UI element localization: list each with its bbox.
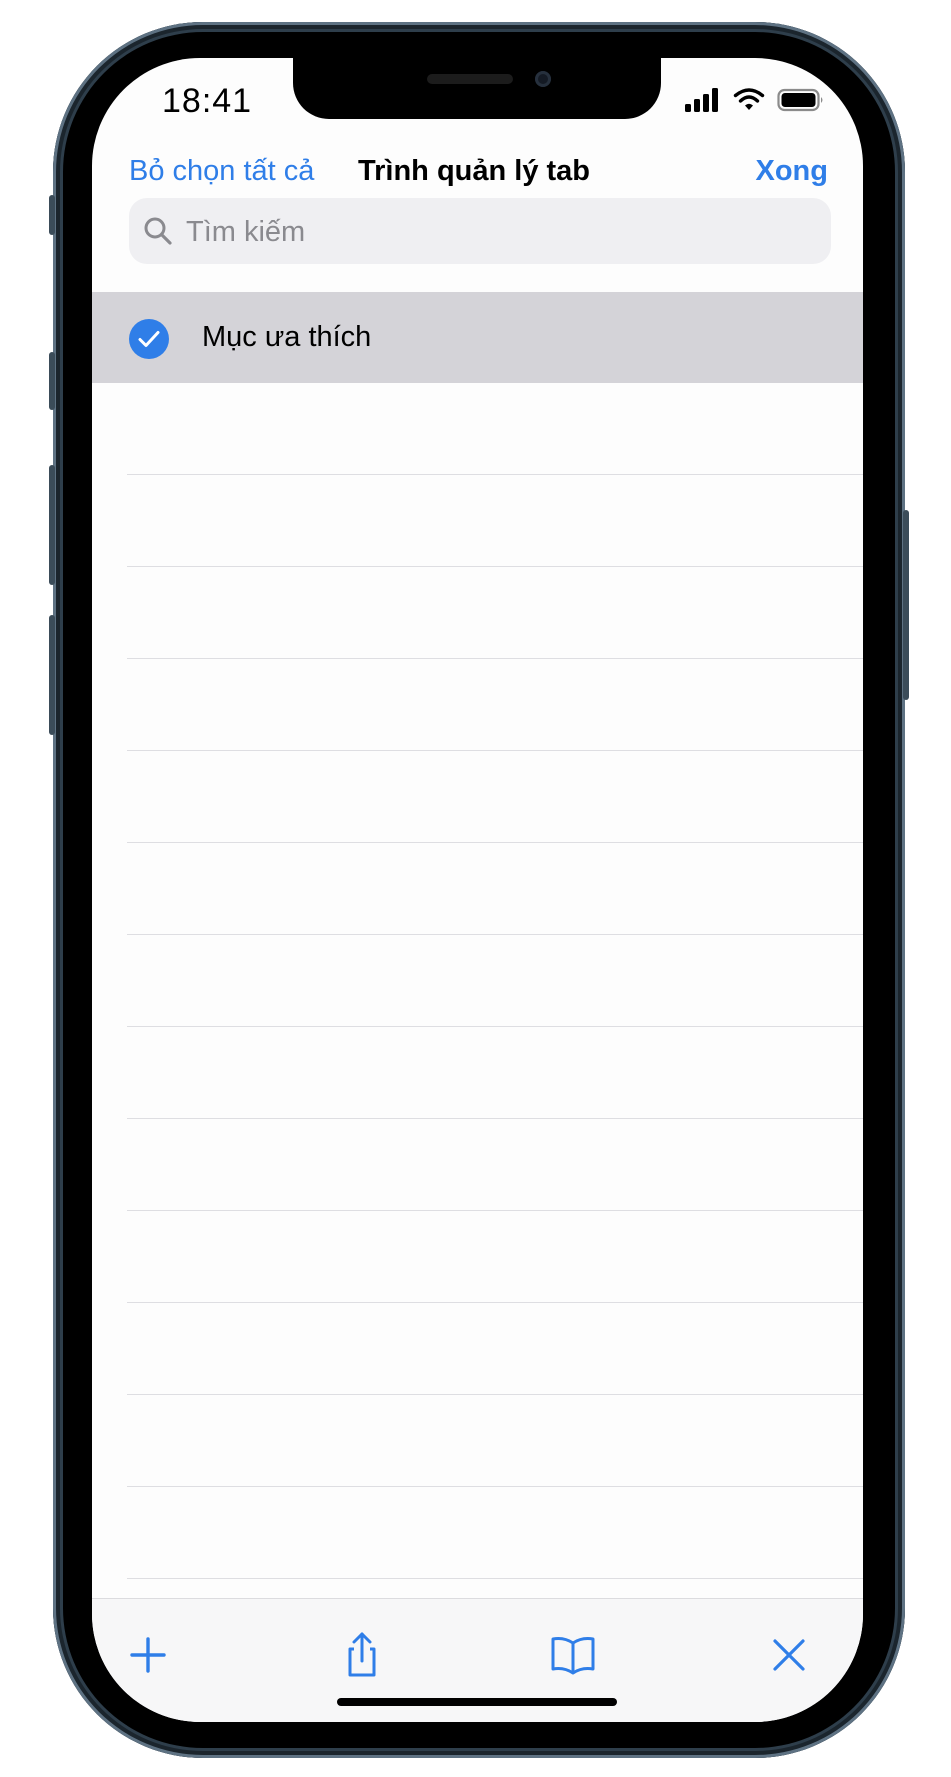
volume-up-button — [49, 352, 55, 410]
notch — [293, 58, 661, 119]
list-item[interactable]: Mục ưa thích — [92, 292, 863, 383]
empty-row — [127, 1211, 863, 1303]
empty-row — [127, 751, 863, 843]
wifi-icon — [733, 88, 765, 110]
status-icons — [685, 88, 825, 112]
deselect-all-button[interactable]: Bỏ chọn tất cả — [129, 155, 314, 188]
empty-row — [127, 659, 863, 751]
empty-row — [127, 843, 863, 935]
search-input[interactable] — [184, 210, 808, 254]
search-icon — [144, 217, 172, 245]
search-bar[interactable] — [129, 198, 831, 264]
plus-icon[interactable] — [124, 1631, 172, 1679]
side-button-left — [49, 615, 55, 735]
list-item-label: Mục ưa thích — [202, 321, 372, 353]
speaker — [427, 74, 513, 84]
empty-row — [127, 475, 863, 567]
checkmark-icon[interactable] — [129, 319, 169, 359]
share-icon[interactable] — [338, 1631, 386, 1679]
screen: 18:41 Bỏ chọn tất cả Trình quản lý tab X… — [92, 58, 863, 1722]
close-icon[interactable] — [765, 1631, 813, 1679]
battery-icon — [777, 88, 823, 112]
empty-row — [127, 1027, 863, 1119]
power-button — [903, 510, 909, 700]
empty-row — [127, 1119, 863, 1211]
camera — [535, 71, 551, 87]
empty-row — [127, 1395, 863, 1487]
signal-icon — [685, 88, 718, 112]
ringer-switch — [49, 195, 55, 235]
empty-row — [127, 567, 863, 659]
status-time: 18:41 — [162, 82, 253, 120]
empty-row — [127, 1487, 863, 1579]
page-title: Trình quản lý tab — [358, 155, 591, 187]
empty-row — [127, 1303, 863, 1395]
bookmarks-book-icon[interactable] — [549, 1631, 597, 1679]
empty-row — [127, 935, 863, 1027]
done-button[interactable]: Xong — [756, 155, 829, 188]
empty-row — [127, 383, 863, 475]
tab-group-list: Mục ưa thích — [92, 292, 863, 1579]
volume-down-button — [49, 465, 55, 585]
home-indicator — [337, 1698, 617, 1706]
